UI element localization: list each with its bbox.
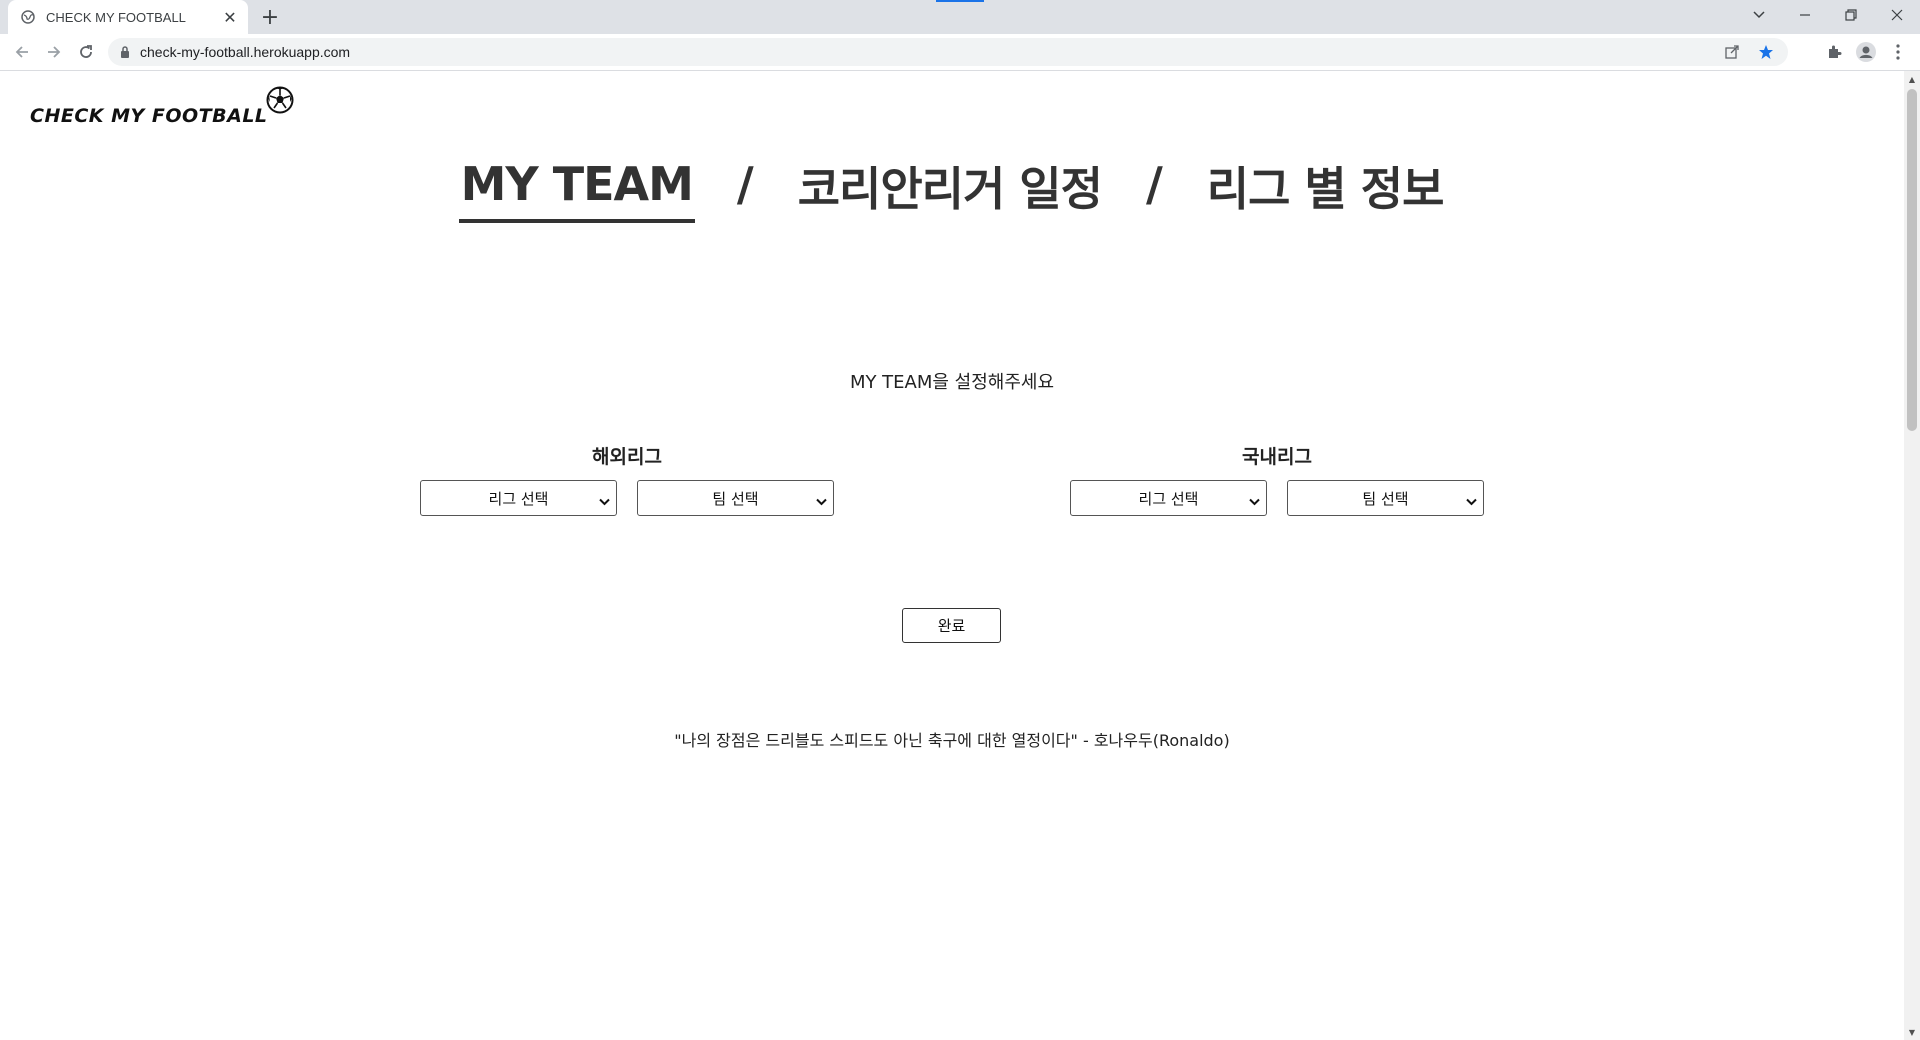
main-nav: MY TEAM / 코리안리거 일정 / 리그 별 정보 (0, 153, 1904, 227)
restore-icon[interactable] (1828, 0, 1874, 30)
chevron-down-icon (816, 492, 827, 510)
done-button[interactable]: 완료 (902, 608, 1001, 643)
tab-strip: CHECK MY FOOTBALL ✕ + (0, 0, 1920, 34)
url-text[interactable]: check-my-football.herokuapp.com (140, 44, 1720, 60)
extensions-icon[interactable] (1822, 40, 1846, 64)
nav-separator: / (1145, 157, 1163, 211)
browser-tab[interactable]: CHECK MY FOOTBALL ✕ (8, 0, 248, 34)
my-team-prompt: MY TEAM을 설정해주세요 (849, 372, 1055, 393)
nav-league-info[interactable]: 리그 별 정보 (1205, 153, 1446, 227)
globe-icon (20, 9, 36, 25)
nav-separator: / (736, 157, 754, 211)
select-value: 리그 선택 (1138, 489, 1199, 508)
select-value: 팀 선택 (1362, 489, 1409, 508)
scroll-down-arrow-icon[interactable]: ▼ (1904, 1024, 1920, 1040)
new-tab-button[interactable]: + (258, 5, 282, 30)
chevron-down-icon (1249, 492, 1260, 510)
browser-toolbar: check-my-football.herokuapp.com (0, 34, 1920, 71)
logo-text: CHECK MY FOOTBALL (30, 105, 268, 127)
soccer-ball-icon (266, 86, 294, 118)
menu-kebab-icon[interactable] (1886, 40, 1910, 64)
back-icon[interactable] (10, 40, 34, 64)
vertical-scrollbar[interactable]: ▲ ▼ (1904, 71, 1920, 1040)
close-tab-icon[interactable]: ✕ (220, 7, 240, 27)
domestic-team-select[interactable]: 팀 선택 (1287, 480, 1484, 516)
chevron-down-icon (1466, 492, 1477, 510)
domestic-league-group: 국내리그 리그 선택 팀 선택 (1070, 442, 1484, 516)
domestic-league-select[interactable]: 리그 선택 (1070, 480, 1267, 516)
scroll-up-arrow-icon[interactable]: ▲ (1904, 71, 1920, 87)
overseas-league-select[interactable]: 리그 선택 (420, 480, 617, 516)
close-window-icon[interactable] (1874, 0, 1920, 30)
select-value: 리그 선택 (488, 489, 549, 508)
group-title: 국내리그 (1242, 446, 1312, 468)
nav-korean-players-schedule[interactable]: 코리안리거 일정 (796, 153, 1104, 227)
group-title: 해외리그 (592, 446, 662, 468)
minimize-icon[interactable] (1782, 0, 1828, 30)
profile-avatar-icon[interactable] (1854, 40, 1878, 64)
share-icon[interactable] (1720, 40, 1744, 64)
lock-icon[interactable] (120, 46, 130, 58)
select-value: 팀 선택 (712, 489, 759, 508)
chevron-down-icon (599, 492, 610, 510)
tab-search-icon[interactable] (1736, 0, 1782, 30)
tab-title: CHECK MY FOOTBALL (46, 9, 186, 25)
tab-indicator (936, 0, 984, 2)
overseas-team-select[interactable]: 팀 선택 (637, 480, 834, 516)
nav-my-team[interactable]: MY TEAM (458, 157, 695, 223)
reload-icon[interactable] (74, 40, 98, 64)
scroll-thumb[interactable] (1907, 89, 1917, 431)
address-bar[interactable]: check-my-football.herokuapp.com (108, 38, 1788, 66)
quote-text: "나의 장점은 드리블도 스피드도 아닌 축구에 대한 열정이다" - 호나우두… (674, 731, 1230, 750)
forward-icon[interactable] (42, 40, 66, 64)
overseas-league-group: 해외리그 리그 선택 팀 선택 (420, 442, 834, 516)
site-logo[interactable]: CHECK MY FOOTBALL (30, 86, 294, 130)
page-viewport: CHECK MY FOOTBALL MY TEAM / 코리안리거 일정 / 리… (0, 71, 1904, 1040)
bookmark-star-icon[interactable] (1754, 40, 1778, 64)
